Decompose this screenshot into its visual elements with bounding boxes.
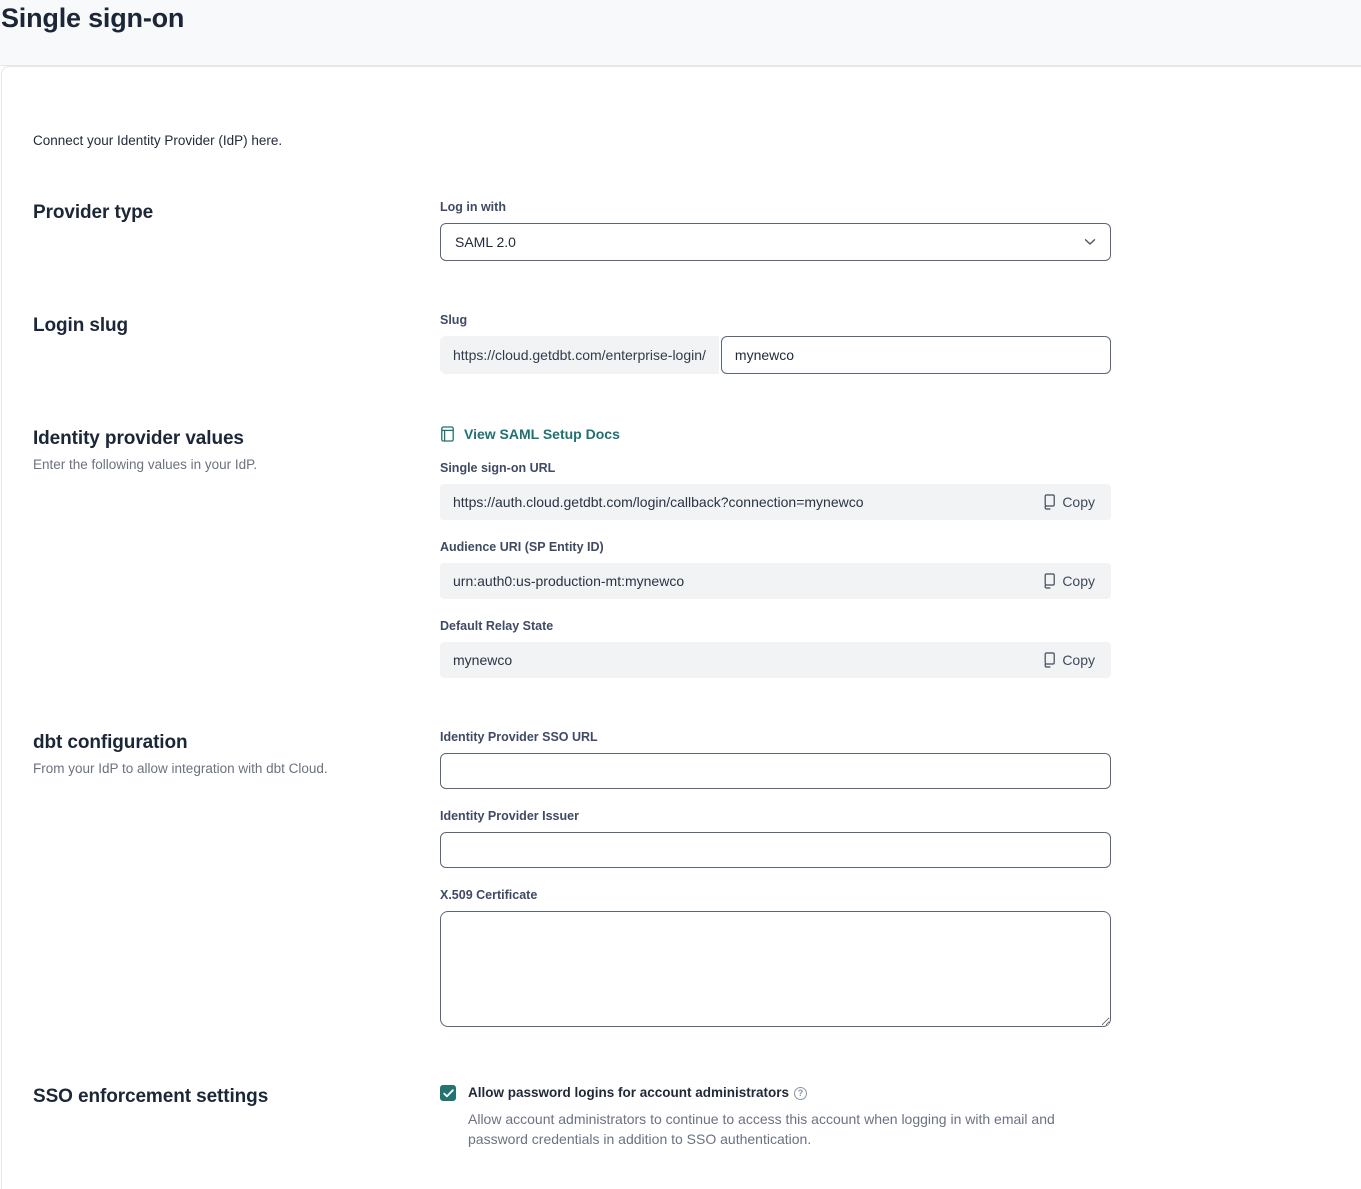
audience-uri-value: urn:auth0:us-production-mt:mynewco [453, 573, 684, 589]
dbt-configuration-heading: dbt configuration [33, 732, 440, 754]
sso-settings-card: Connect your Identity Provider (IdP) her… [1, 66, 1361, 1189]
copy-icon [1041, 494, 1055, 510]
page-header: Single sign-on [0, 0, 1361, 66]
sso-enforcement-section: SSO enforcement settings Allow password … [33, 1084, 1361, 1149]
audience-uri-readonly-field: urn:auth0:us-production-mt:mynewco Copy [440, 563, 1111, 599]
page-title: Single sign-on [1, 3, 1361, 34]
provider-type-section: Provider type Log in with SAML 2.0 [33, 200, 1361, 261]
idp-issuer-label: Identity Provider Issuer [440, 809, 1111, 823]
copy-button-label: Copy [1062, 652, 1095, 668]
idp-sso-url-input[interactable] [440, 753, 1111, 789]
sso-url-value: https://auth.cloud.getdbt.com/login/call… [453, 494, 864, 510]
idp-sso-url-label: Identity Provider SSO URL [440, 730, 1111, 744]
provider-type-selected-value: SAML 2.0 [455, 234, 516, 250]
sso-enforcement-heading: SSO enforcement settings [33, 1086, 440, 1108]
allow-password-logins-checkbox[interactable] [440, 1085, 456, 1101]
idp-values-subtitle: Enter the following values in your IdP. [33, 457, 440, 472]
provider-type-select[interactable]: SAML 2.0 [440, 223, 1111, 261]
login-slug-heading: Login slug [33, 315, 440, 337]
copy-sso-url-button[interactable]: Copy [1037, 492, 1099, 512]
relay-state-field-group: Default Relay State mynewco Copy [440, 619, 1111, 678]
allow-password-logins-description: Allow account administrators to continue… [468, 1109, 1088, 1149]
relay-state-value: mynewco [453, 652, 512, 668]
dbt-configuration-subtitle: From your IdP to allow integration with … [33, 761, 440, 776]
audience-uri-label: Audience URI (SP Entity ID) [440, 540, 1111, 554]
slug-field: https://cloud.getdbt.com/enterprise-logi… [440, 336, 1111, 374]
relay-state-readonly-field: mynewco Copy [440, 642, 1111, 678]
allow-password-logins-label: Allow password logins for account admini… [468, 1085, 789, 1100]
slug-url-prefix: https://cloud.getdbt.com/enterprise-logi… [440, 336, 719, 374]
copy-icon [1041, 652, 1055, 668]
slug-input[interactable] [721, 336, 1111, 374]
dbt-configuration-section: dbt configuration From your IdP to allow… [33, 730, 1361, 1032]
idp-values-heading: Identity provider values [33, 428, 440, 450]
provider-type-heading: Provider type [33, 202, 440, 224]
relay-state-label: Default Relay State [440, 619, 1111, 633]
copy-icon [1041, 573, 1055, 589]
sso-url-field-group: Single sign-on URL https://auth.cloud.ge… [440, 461, 1111, 520]
audience-uri-field-group: Audience URI (SP Entity ID) urn:auth0:us… [440, 540, 1111, 599]
check-icon [443, 1089, 454, 1098]
view-saml-docs-label: View SAML Setup Docs [464, 426, 620, 442]
sso-url-readonly-field: https://auth.cloud.getdbt.com/login/call… [440, 484, 1111, 520]
certificate-field-group: X.509 Certificate [440, 888, 1111, 1032]
copy-button-label: Copy [1062, 573, 1095, 589]
help-icon[interactable]: ? [794, 1087, 807, 1100]
idp-sso-url-field-group: Identity Provider SSO URL [440, 730, 1111, 789]
certificate-textarea[interactable] [440, 911, 1111, 1027]
login-slug-section: Login slug Slug https://cloud.getdbt.com… [33, 313, 1361, 374]
certificate-label: X.509 Certificate [440, 888, 1111, 902]
allow-password-logins-row: Allow password logins for account admini… [440, 1084, 1111, 1149]
sso-url-label: Single sign-on URL [440, 461, 1111, 475]
idp-values-section: Identity provider values Enter the follo… [33, 426, 1361, 678]
view-saml-docs-link[interactable]: View SAML Setup Docs [440, 426, 620, 442]
intro-text: Connect your Identity Provider (IdP) her… [33, 133, 1361, 148]
idp-issuer-field-group: Identity Provider Issuer [440, 809, 1111, 868]
chevron-down-icon [1084, 238, 1096, 246]
copy-relay-state-button[interactable]: Copy [1037, 650, 1099, 670]
document-icon [440, 426, 455, 442]
copy-button-label: Copy [1062, 494, 1095, 510]
slug-label: Slug [440, 313, 1111, 327]
login-with-label: Log in with [440, 200, 1111, 214]
copy-audience-uri-button[interactable]: Copy [1037, 571, 1099, 591]
idp-issuer-input[interactable] [440, 832, 1111, 868]
